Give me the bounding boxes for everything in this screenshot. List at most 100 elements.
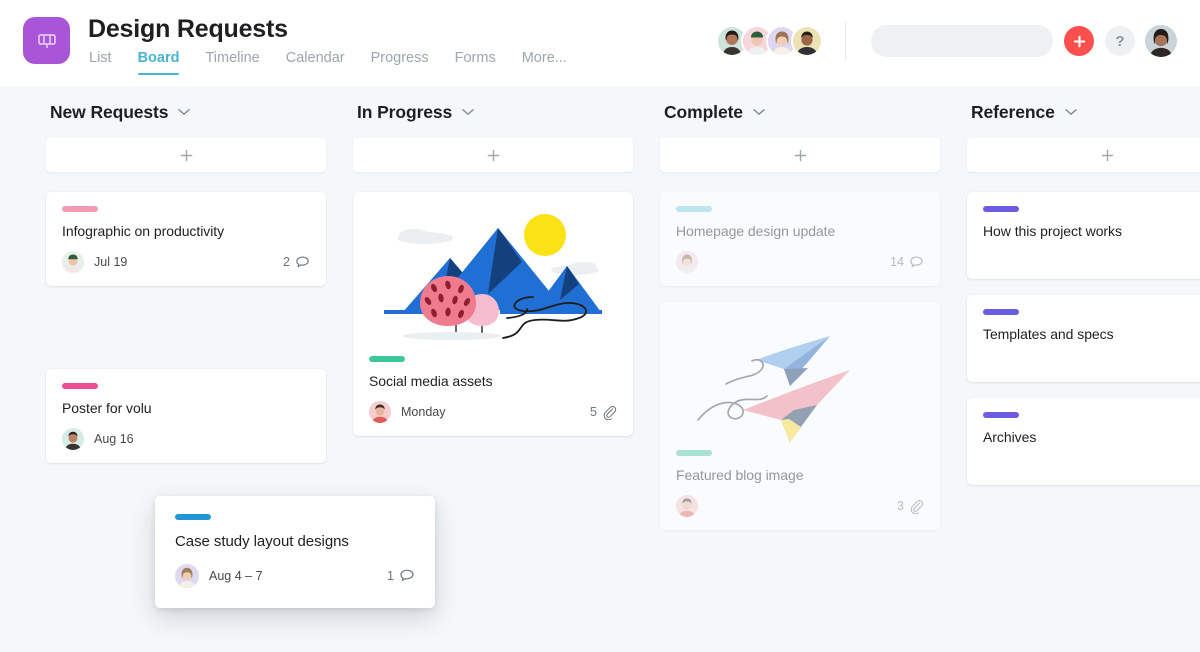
attachment-count: 5 (590, 405, 597, 419)
avatar[interactable] (62, 251, 84, 273)
tab-progress[interactable]: Progress (371, 50, 429, 75)
card-date: Aug 4 – 7 (209, 569, 263, 583)
column-header[interactable]: Reference (967, 86, 1200, 138)
plus-icon (1073, 35, 1085, 47)
card-title: Archives (983, 429, 1037, 445)
card-tag (369, 356, 405, 362)
card-tag (676, 206, 712, 212)
column-header[interactable]: In Progress (353, 86, 633, 138)
search-box[interactable] (871, 25, 1079, 57)
board-column-new-requests: New Requests Infographic on productivity (46, 86, 326, 463)
card-title: Poster for volu (62, 400, 152, 416)
column-title: Complete (664, 101, 743, 122)
column-title: New Requests (50, 101, 169, 122)
card-tag (983, 309, 1019, 315)
task-card[interactable]: Templates and specs (967, 295, 1200, 382)
column-title: In Progress (357, 101, 453, 122)
card-attachment-meta: 3 (897, 499, 924, 514)
card-title: Case study layout designs (175, 533, 349, 550)
card-comment-meta: 14 (890, 255, 924, 270)
plus-icon (1101, 149, 1113, 161)
app-root: Design Requests List Board Timeline Cale… (0, 0, 1200, 652)
comment-icon (296, 256, 309, 267)
card-tag (676, 450, 712, 456)
chevron-down-icon[interactable] (1064, 103, 1077, 121)
add-card-row[interactable] (46, 138, 326, 172)
card-comment-meta: 1 (387, 568, 415, 584)
avatar[interactable] (175, 564, 199, 588)
tab-list[interactable]: List (89, 50, 112, 75)
board-column-in-progress: In Progress Social media assets Monday 5 (353, 86, 633, 436)
page-title: Design Requests (88, 15, 288, 43)
avatar[interactable] (62, 428, 84, 450)
task-card[interactable]: Poster for volu Aug 16 (46, 369, 326, 463)
avatar[interactable] (369, 401, 391, 423)
card-title: Featured blog image (676, 467, 804, 483)
card-tag (62, 383, 98, 389)
chevron-down-icon[interactable] (462, 103, 474, 121)
tab-more[interactable]: More... (522, 50, 567, 75)
header-divider (845, 22, 846, 60)
chevron-down-icon[interactable] (753, 103, 765, 121)
tab-timeline[interactable]: Timeline (205, 50, 259, 75)
tab-calendar[interactable]: Calendar (286, 50, 345, 75)
comment-count: 1 (387, 569, 394, 583)
plus-icon (487, 149, 499, 161)
avatar[interactable] (791, 25, 823, 57)
card-title: Homepage design update (676, 223, 836, 239)
card-title: Social media assets (369, 373, 493, 389)
task-card[interactable]: Archives (967, 398, 1200, 485)
board-canvas: New Requests Infographic on productivity (0, 86, 1200, 652)
attachment-count: 3 (897, 499, 904, 513)
plus-icon (180, 149, 192, 161)
help-button[interactable]: ? (1105, 26, 1135, 56)
card-comment-meta: 2 (283, 255, 310, 270)
project-logo-icon[interactable] (23, 17, 70, 64)
mountain-landscape-illustration (369, 202, 617, 352)
add-card-row[interactable] (967, 138, 1200, 172)
board-column-complete: Complete Homepage design update 14 Featu… (660, 86, 940, 530)
card-title: Infographic on productivity (62, 223, 225, 239)
comment-icon (400, 569, 414, 581)
add-card-row[interactable] (660, 138, 940, 172)
add-task-button[interactable] (1064, 26, 1094, 56)
chevron-down-icon[interactable] (178, 103, 191, 121)
card-footer: Aug 16 (62, 428, 310, 450)
card-attachment-meta: 5 (590, 405, 617, 420)
search-input[interactable] (884, 33, 1079, 49)
avatar[interactable] (676, 495, 698, 517)
column-title: Reference (971, 101, 1055, 122)
column-header[interactable]: Complete (660, 86, 940, 138)
task-card[interactable]: Homepage design update 14 (660, 192, 940, 286)
card-tag (983, 412, 1019, 418)
board-column-reference: Reference How this project works Templat… (967, 86, 1200, 485)
card-title: Templates and specs (983, 326, 1114, 342)
member-avatar-group[interactable] (716, 25, 823, 57)
comment-count: 2 (283, 255, 290, 269)
task-card[interactable]: How this project works (967, 192, 1200, 279)
card-tag (62, 206, 98, 212)
dragging-task-card[interactable]: Case study layout designs Aug 4 – 7 1 (155, 496, 435, 608)
app-header: Design Requests List Board Timeline Cale… (0, 0, 1200, 86)
paper-planes-illustration (676, 314, 924, 446)
card-tag (983, 206, 1019, 212)
card-footer: 14 (676, 251, 924, 273)
card-tag (175, 514, 211, 520)
attachment-icon (910, 499, 924, 514)
tab-board[interactable]: Board (137, 50, 179, 75)
task-card[interactable]: Infographic on productivity Jul 19 2 (46, 192, 326, 286)
avatar[interactable] (676, 251, 698, 273)
task-card[interactable]: Featured blog image 3 (660, 302, 940, 530)
add-card-row[interactable] (353, 138, 633, 172)
profile-avatar[interactable] (1145, 25, 1177, 57)
project-logo-glyph (37, 33, 56, 48)
comment-count: 14 (890, 255, 904, 269)
comment-icon (910, 256, 923, 267)
view-tabs: List Board Timeline Calendar Progress Fo… (89, 50, 567, 75)
tab-forms[interactable]: Forms (455, 50, 496, 75)
card-title: How this project works (983, 223, 1122, 239)
card-date: Monday (401, 405, 446, 419)
card-footer: Aug 4 – 7 1 (175, 564, 415, 588)
task-card[interactable]: Social media assets Monday 5 (353, 192, 633, 436)
column-header[interactable]: New Requests (46, 86, 326, 138)
